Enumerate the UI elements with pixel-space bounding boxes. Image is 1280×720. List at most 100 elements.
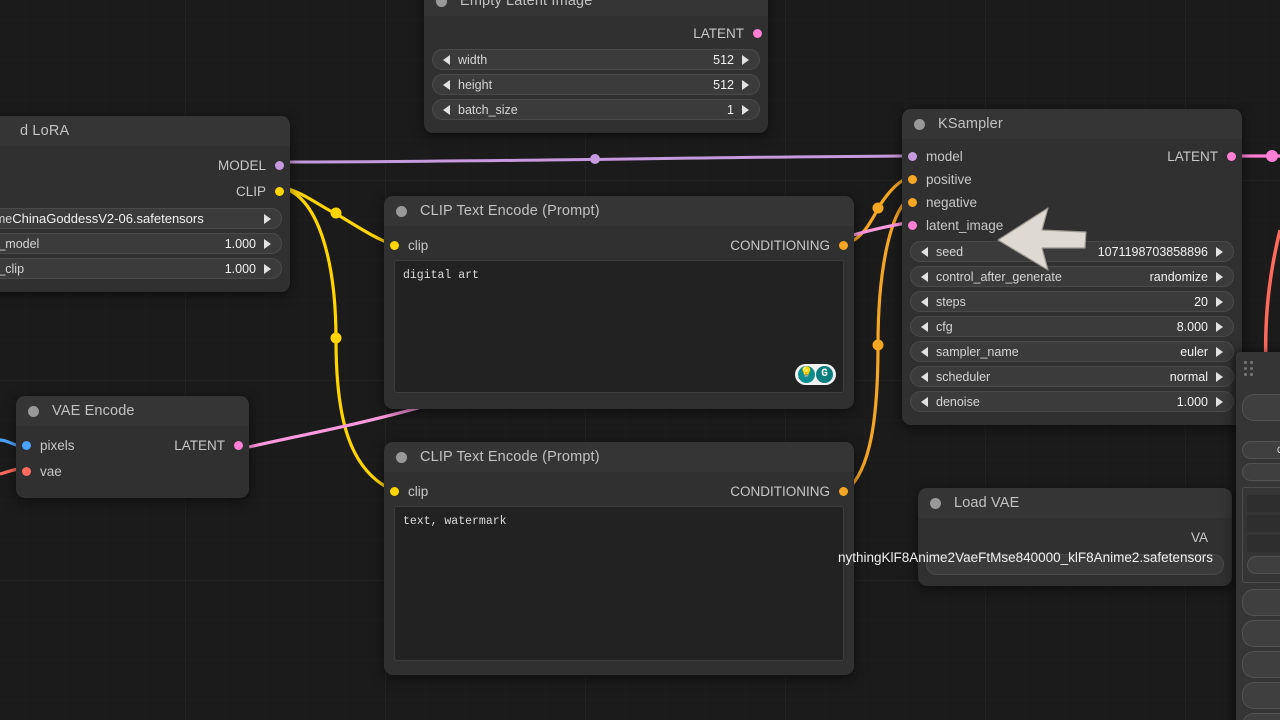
queue-list-item[interactable]	[1247, 535, 1280, 552]
decrement-icon[interactable]	[921, 346, 928, 357]
collapse-icon[interactable]	[396, 451, 407, 463]
decrement-icon[interactable]	[921, 296, 928, 307]
model-pin-icon[interactable]	[908, 152, 917, 161]
increment-icon[interactable]	[1216, 296, 1223, 307]
decrement-icon[interactable]	[443, 79, 450, 90]
output-clip[interactable]: CLIP	[236, 184, 284, 199]
node-vae-encode[interactable]: VAE Encode pixels LATENT vae	[16, 396, 249, 498]
widget-denoise[interactable]: denoise 1.000	[910, 391, 1234, 412]
increment-icon[interactable]	[1216, 396, 1223, 407]
input-latent-image[interactable]: latent_image	[908, 218, 1003, 233]
prompt-textarea-negative[interactable]: text, watermark	[394, 506, 844, 661]
output-model[interactable]: MODEL	[218, 158, 284, 173]
widget-steps[interactable]: steps 20	[910, 291, 1234, 312]
input-pixels[interactable]: pixels	[22, 438, 75, 453]
node-title-bar[interactable]: Load VAE	[918, 488, 1232, 518]
panel-button-blank[interactable]	[1242, 463, 1280, 481]
widget-cfg[interactable]: cfg 8.000	[910, 316, 1234, 337]
latent-pin-icon[interactable]	[753, 29, 762, 38]
collapse-icon[interactable]	[396, 205, 407, 217]
panel-button-blank[interactable]	[1242, 589, 1280, 616]
node-clip-text-encode-positive[interactable]: CLIP Text Encode (Prompt) clip CONDITION…	[384, 196, 854, 409]
output-vae[interactable]: VA	[1191, 530, 1226, 545]
node-clip-text-encode-negative[interactable]: CLIP Text Encode (Prompt) clip CONDITION…	[384, 442, 854, 675]
clip-pin-icon[interactable]	[390, 240, 399, 250]
clip-pin-icon[interactable]	[390, 486, 399, 496]
conditioning-pin-icon[interactable]	[839, 240, 848, 250]
vae-pin-icon[interactable]	[22, 466, 31, 476]
clear-button[interactable]: Cl	[1242, 682, 1280, 709]
increment-icon[interactable]	[742, 104, 749, 115]
widget-seed[interactable]: seed 1071198703858896	[910, 241, 1234, 262]
input-clip[interactable]: clip	[390, 238, 428, 253]
panel-button-blank[interactable]	[1242, 620, 1280, 647]
widget-sampler-name[interactable]: sampler_name euler	[910, 341, 1234, 362]
node-title-bar[interactable]: Empty Latent Image	[424, 0, 768, 16]
input-negative[interactable]: negative	[908, 195, 977, 210]
input-clip[interactable]: clip	[390, 484, 428, 499]
increment-icon[interactable]	[1216, 346, 1223, 357]
latent-pin-icon[interactable]	[908, 221, 917, 230]
collapse-icon[interactable]	[28, 405, 39, 417]
node-load-vae[interactable]: Load VAE VA 2VaeFtMse840000_klF8Anime2.s…	[918, 488, 1232, 586]
output-latent[interactable]: LATENT	[1167, 149, 1236, 164]
conditioning-pin-icon[interactable]	[908, 198, 917, 207]
queue-list-item[interactable]	[1247, 515, 1280, 532]
node-load-lora[interactable]: d LoRA MODEL CLIP _name ChinaGoddessV2-0…	[0, 116, 290, 292]
increment-icon[interactable]	[264, 213, 271, 224]
collapse-icon[interactable]	[914, 118, 925, 130]
output-latent[interactable]: LATENT	[693, 26, 762, 41]
prompt-textarea-positive[interactable]: digital art 💡 G	[394, 260, 844, 393]
node-title-bar[interactable]: VAE Encode	[16, 396, 249, 426]
widget-control-after-generate[interactable]: control_after_generate randomize	[910, 266, 1234, 287]
collapse-icon[interactable]	[436, 0, 447, 7]
queue-list-box[interactable]: Clear Q	[1242, 487, 1280, 583]
increment-icon[interactable]	[1216, 271, 1223, 282]
output-conditioning[interactable]: CONDITIONING	[730, 238, 848, 253]
input-model[interactable]: model	[908, 149, 963, 164]
latent-pin-icon[interactable]	[1227, 152, 1236, 161]
increment-icon[interactable]	[1216, 321, 1223, 332]
output-conditioning[interactable]: CONDITIONING	[730, 484, 848, 499]
conditioning-pin-icon[interactable]	[839, 486, 848, 496]
node-empty-latent-image[interactable]: Empty Latent Image LATENT width 512 heig…	[424, 0, 768, 133]
model-pin-icon[interactable]	[275, 160, 284, 170]
decrement-icon[interactable]	[443, 104, 450, 115]
output-latent[interactable]: LATENT	[174, 438, 243, 453]
latent-pin-icon[interactable]	[234, 440, 243, 450]
widget-strength-clip[interactable]: ngth_clip 1.000	[0, 258, 282, 279]
increment-icon[interactable]	[742, 79, 749, 90]
queue-list-item[interactable]	[1247, 495, 1280, 512]
panel-button-blank[interactable]	[1242, 713, 1280, 720]
node-title-bar[interactable]: d LoRA	[0, 116, 290, 146]
node-title-bar[interactable]: CLIP Text Encode (Prompt)	[384, 442, 854, 472]
increment-icon[interactable]	[264, 263, 271, 274]
widget-lora-name[interactable]: _name ChinaGoddessV2-06.safetensors	[0, 208, 282, 229]
comfyui-menu-panel[interactable]: Qu Que Extr Queue Fr Clear Q R Cl Loa	[1236, 352, 1280, 720]
decrement-icon[interactable]	[921, 396, 928, 407]
increment-icon[interactable]	[742, 54, 749, 65]
refresh-button[interactable]: R	[1242, 651, 1280, 678]
node-title-bar[interactable]: KSampler	[902, 109, 1242, 139]
lightbulb-icon[interactable]: 💡	[798, 366, 815, 383]
clear-queue-button[interactable]: Clear Q	[1247, 556, 1280, 574]
increment-icon[interactable]	[264, 238, 271, 249]
image-pin-icon[interactable]	[22, 440, 31, 450]
queue-front-button[interactable]: Queue Fr	[1242, 441, 1280, 459]
decrement-icon[interactable]	[921, 371, 928, 382]
increment-icon[interactable]	[1216, 246, 1223, 257]
conditioning-pin-icon[interactable]	[908, 175, 917, 184]
decrement-icon[interactable]	[443, 54, 450, 65]
node-title-bar[interactable]: CLIP Text Encode (Prompt)	[384, 196, 854, 226]
input-positive[interactable]: positive	[908, 172, 972, 187]
prompt-badge-group[interactable]: 💡 G	[795, 364, 836, 385]
input-vae[interactable]: vae	[22, 464, 62, 479]
queue-prompt-button[interactable]: Que	[1242, 394, 1280, 421]
widget-height[interactable]: height 512	[432, 74, 760, 95]
decrement-icon[interactable]	[921, 271, 928, 282]
drag-handle-icon[interactable]	[1244, 361, 1253, 376]
widget-batch-size[interactable]: batch_size 1	[432, 99, 760, 120]
collapse-icon[interactable]	[930, 497, 941, 509]
decrement-icon[interactable]	[921, 246, 928, 257]
node-ksampler[interactable]: KSampler model LATENT positive negative …	[902, 109, 1242, 425]
